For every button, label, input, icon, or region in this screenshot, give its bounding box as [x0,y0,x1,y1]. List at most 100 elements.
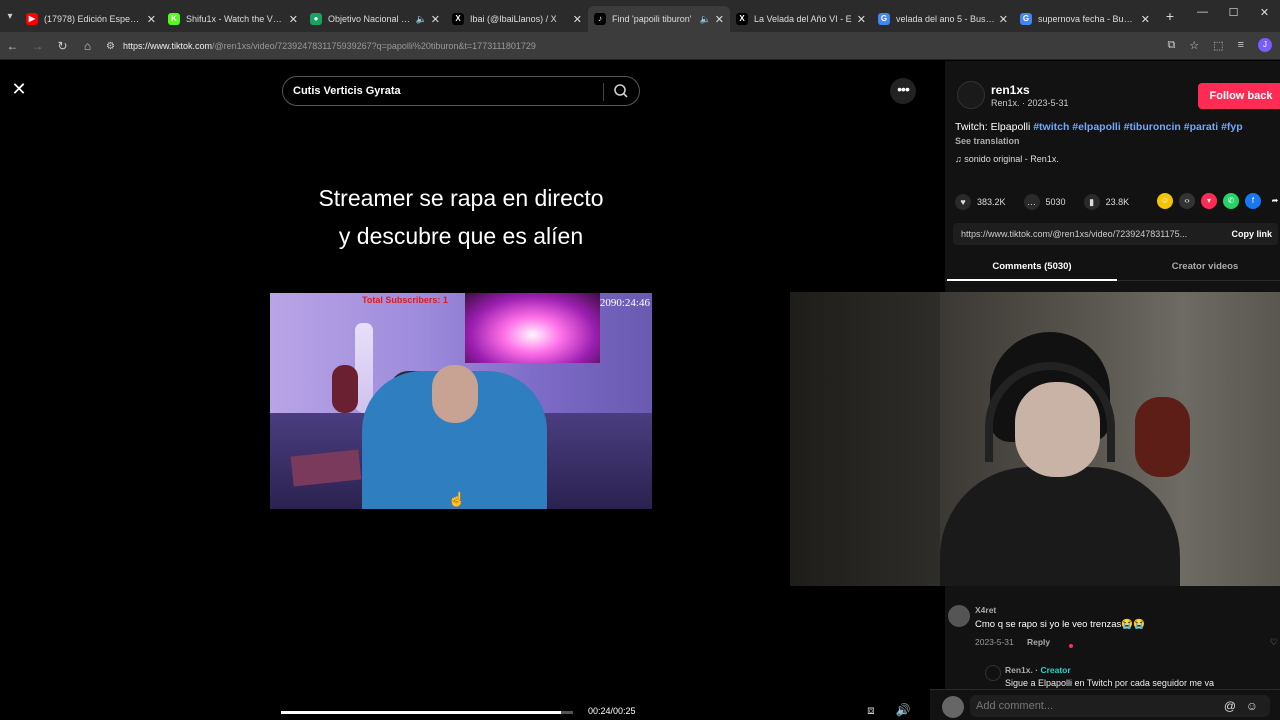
sound-link[interactable]: ♫ sonido original - Ren1x. [955,154,1059,164]
headline-line-1: Streamer se rapa en directo [318,185,604,211]
reload-icon[interactable]: ↻ [50,39,75,53]
browser-tab[interactable]: Gsupernova fecha - Busca ✕ [1014,6,1156,32]
new-tab-button[interactable]: + [1160,8,1180,24]
creator-avatar[interactable] [957,81,985,109]
copy-link-button[interactable]: Copy link [1223,229,1278,239]
friends-share-icon[interactable]: ☺ [1157,193,1173,209]
like-count: 383.2K [977,197,1006,207]
search-icon[interactable] [613,83,629,99]
like-button[interactable]: ♥ 383.2K [955,194,1006,210]
video-progress-bar[interactable] [281,711,573,714]
close-tab-icon[interactable]: ✕ [1141,13,1150,26]
close-tab-icon[interactable]: ✕ [857,13,866,26]
whatsapp-icon[interactable]: ✆ [1223,193,1239,209]
tab-title: (17978) Edición Especial [44,14,143,24]
save-button[interactable]: ▮ 23.8K [1083,194,1130,210]
facebook-icon[interactable]: f [1245,193,1261,209]
mention-icon[interactable]: @ [1224,699,1236,713]
subscriber-overlay: Total Subscribers: 1 [362,295,448,305]
share-icons: ☺ ‹› ▾ ✆ f ➦ [1157,193,1280,209]
close-window-icon[interactable]: ✕ [1249,6,1280,19]
tab-title: supernova fecha - Busca [1038,14,1137,24]
engagement-stats: ♥ 383.2K … 5030 ▮ 23.8K [955,194,1147,210]
address-toolbar: ← → ↻ ⌂ ⚙ https://www.tiktok.com/@ren1xs… [0,32,1280,60]
maximize-icon[interactable]: ☐ [1218,6,1249,19]
close-video-icon[interactable]: ✕ [9,79,29,99]
commenter-username[interactable]: X4ret [975,605,996,615]
url-bar[interactable]: ⚙ https://www.tiktok.com/@ren1xs/video/7… [106,36,1126,56]
search-bar[interactable]: Cutis Verticis Gyrata [282,76,640,106]
browser-tab[interactable]: ● Objetivo Nacional - C 🔈 ✕ [304,6,446,32]
url-host: https://www.tiktok.com [122,41,212,51]
send-icon[interactable]: ▾ [1201,193,1217,209]
extensions-icon[interactable]: ⬚ [1213,39,1223,52]
comment-item: X4ret Cmo q se rapo si yo le veo trenzas… [945,599,1280,689]
webcam-overlay [790,292,1280,586]
comment-like-icon[interactable]: ♡ [1270,637,1278,648]
close-tab-icon[interactable]: ✕ [431,13,440,26]
tiktok-icon: ♪ [594,13,606,25]
reply-button[interactable]: Reply [1027,637,1050,647]
back-icon[interactable]: ← [0,39,25,53]
reply-avatar[interactable] [985,665,1001,681]
profile-avatar[interactable]: J [1258,38,1272,52]
tab-title: Ibai (@IbaiLlanos) / X [470,14,557,24]
tab-search-icon[interactable]: ▾ [0,11,20,22]
comment-icon: … [1023,194,1040,210]
volume-icon[interactable]: 🔊 [893,703,913,719]
close-tab-icon[interactable]: ✕ [147,13,156,26]
tab-title: velada del ano 5 - Busca [896,14,995,24]
youtube-icon: ▶ [26,13,38,25]
x-icon: X [736,13,748,25]
see-translation-link[interactable]: See translation [955,136,1020,146]
commenter-avatar[interactable] [948,605,970,627]
close-tab-icon[interactable]: ✕ [715,13,724,26]
browser-tab[interactable]: K Shifu1x - Watch the VOD ✕ [162,6,304,32]
save-count: 23.8K [1105,197,1130,207]
browser-tab[interactable]: X La Velada del Año VI - E ✕ [730,6,872,32]
browser-tab[interactable]: Gvelada del ano 5 - Busca ✕ [872,6,1014,32]
kick-icon: K [168,13,180,25]
copy-link-box: https://www.tiktok.com/@ren1xs/video/723… [953,223,1278,245]
tab-creator-videos[interactable]: Creator videos [1125,261,1280,272]
share-arrow-icon[interactable]: ➦ [1267,193,1280,209]
emoji-icon[interactable]: ☺ [1246,699,1258,713]
close-tab-icon[interactable]: ✕ [573,13,582,26]
fireplace-screen [465,293,600,363]
tab-audio-icon[interactable]: 🔈 [416,14,427,25]
video-time: 00:24/00:25 [588,706,636,716]
install-app-icon[interactable]: ⧉ [1167,39,1175,52]
minimize-icon[interactable]: — [1187,6,1218,19]
video-player[interactable]: Cutis Verticis Gyrata Streamer se rapa e… [270,61,652,720]
comment-button[interactable]: … 5030 [1023,194,1066,210]
site-info-icon[interactable]: ⚙ [106,41,115,52]
video-headline: Streamer se rapa en directo y descubre q… [270,179,652,255]
browser-tab[interactable]: ▶ (17978) Edición Especial ✕ [20,6,162,32]
embed-icon[interactable]: ‹› [1179,193,1195,209]
tab-list: ▶ (17978) Edición Especial ✕ K Shifu1x - Wat… [20,0,1156,32]
pip-icon[interactable]: ⧈ [861,703,881,719]
follow-back-button[interactable]: Follow back [1198,83,1280,109]
browser-tab[interactable]: X Ibai (@IbaiLlanos) / X ✕ [446,6,588,32]
forward-icon[interactable]: → [25,39,50,53]
close-tab-icon[interactable]: ✕ [999,13,1008,26]
close-tab-icon[interactable]: ✕ [289,13,298,26]
home-icon[interactable]: ⌂ [75,39,100,53]
browser-tab[interactable]: ♪ Find 'papoili tiburon' 🔈 ✕ [588,6,730,32]
google-icon: G [878,13,890,25]
search-input[interactable]: Cutis Verticis Gyrata [293,85,401,97]
bookmark-icon: ▮ [1083,194,1100,210]
background-figure [1135,397,1190,477]
hashtags[interactable]: #twitch #elpapolli #tiburoncin #parati #… [1033,121,1242,133]
tab-title: Shifu1x - Watch the VOD [186,14,285,24]
tab-comments[interactable]: Comments (5030) [947,261,1117,281]
bookmark-star-icon[interactable]: ☆ [1189,39,1199,52]
reading-list-icon[interactable]: ≡ [1238,39,1244,51]
tab-audio-icon[interactable]: 🔈 [700,14,711,25]
google-icon: G [1020,13,1032,25]
mouse-cursor-icon: ☝ [448,491,466,507]
more-options-icon[interactable]: ••• [890,78,916,104]
toolbar-actions: ⧉ ☆ ⬚ ≡ J [1167,38,1272,52]
creator-username[interactable]: ren1xs [991,83,1030,97]
reply-username[interactable]: Ren1x. · Creator [1005,665,1071,675]
